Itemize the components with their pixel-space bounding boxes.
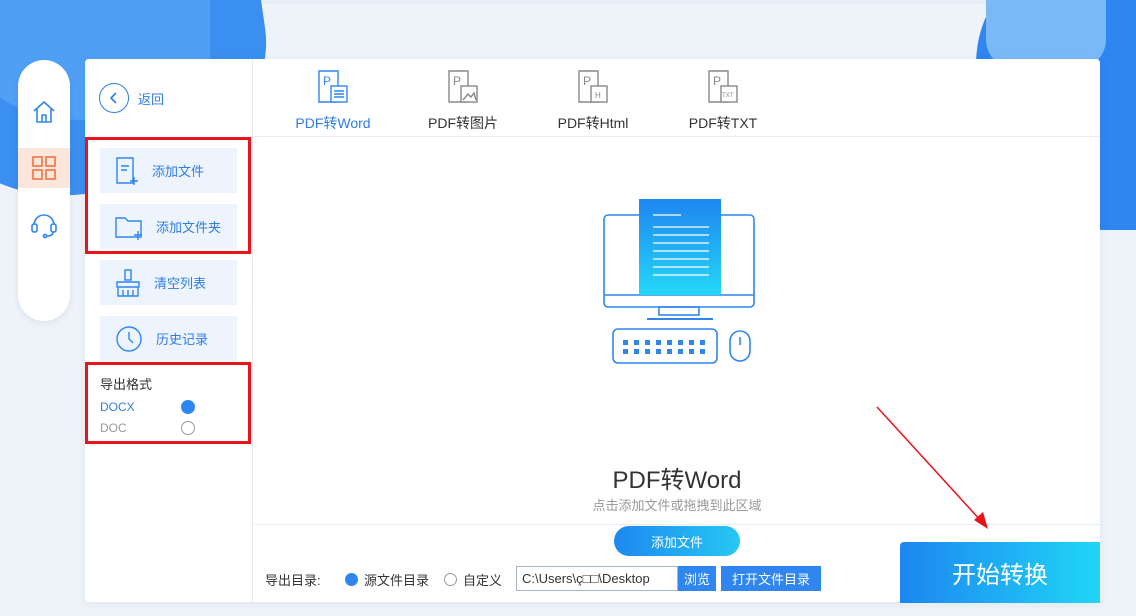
option-source-label: 源文件目录 (364, 573, 430, 588)
svg-text:P: P (583, 74, 591, 88)
chevron-left-icon (99, 83, 129, 113)
svg-text:P: P (323, 74, 331, 88)
tab-label: PDF转Html (557, 115, 629, 131)
computer-illustration (603, 199, 755, 364)
rail-support[interactable] (18, 204, 70, 244)
tab-label: PDF转TXT (688, 115, 758, 131)
rail-home[interactable] (18, 92, 70, 132)
home-icon (33, 101, 55, 123)
tab-pdf-to-image[interactable]: P PDF转图片 (403, 69, 523, 133)
tab-pdf-to-word[interactable]: P PDF转Word (273, 69, 393, 133)
radio-custom-dir[interactable] (444, 573, 457, 586)
start-convert-button[interactable]: 开始转换 (900, 542, 1100, 603)
tab-pdf-to-html[interactable]: PH PDF转Html (533, 69, 653, 133)
output-dir-label: 导出目录: (265, 573, 321, 588)
pdf-image-icon: P (448, 70, 478, 103)
pdf-txt-icon: PTXT (708, 70, 738, 103)
headset-icon (31, 214, 57, 239)
svg-text:P: P (713, 74, 721, 88)
radio-source-dir[interactable] (345, 573, 358, 586)
history-label: 历史记录 (156, 332, 209, 347)
tab-label: PDF转图片 (428, 115, 498, 131)
history-button[interactable]: 历史记录 (100, 316, 237, 361)
clear-list-button[interactable]: 清空列表 (100, 260, 237, 305)
browse-button[interactable]: 浏览 (678, 566, 716, 591)
tab-label: PDF转Word (295, 115, 371, 131)
highlight-box-add (85, 137, 251, 254)
highlight-box-format (85, 362, 251, 444)
open-folder-button[interactable]: 打开文件目录 (721, 566, 821, 591)
back-label: 返回 (138, 91, 165, 107)
pdf-html-icon: PH (578, 70, 608, 103)
svg-text:TXT: TXT (722, 93, 734, 99)
nav-rail (18, 60, 70, 321)
option-source-dir[interactable]: 源文件目录 (345, 570, 429, 589)
pdf-word-icon: P (318, 70, 348, 103)
grid-icon (32, 156, 56, 180)
svg-text:H: H (595, 91, 601, 100)
clock-icon (116, 325, 142, 352)
clear-list-label: 清空列表 (154, 276, 207, 291)
conversion-tabs: P PDF转Word P PDF转图片 PH PDF转Html P TXT PDF… (254, 59, 1100, 137)
tab-pdf-to-txt[interactable]: P TXT PDF转TXT (663, 69, 783, 133)
broom-icon (116, 268, 140, 297)
annotation-arrow (876, 406, 988, 529)
rail-tools[interactable] (18, 148, 70, 188)
option-custom-dir[interactable]: 自定义 (444, 570, 502, 589)
output-path-input[interactable] (516, 566, 678, 591)
back-button[interactable]: 返回 (99, 83, 164, 113)
option-custom-label: 自定义 (463, 573, 503, 588)
svg-text:P: P (453, 74, 461, 88)
